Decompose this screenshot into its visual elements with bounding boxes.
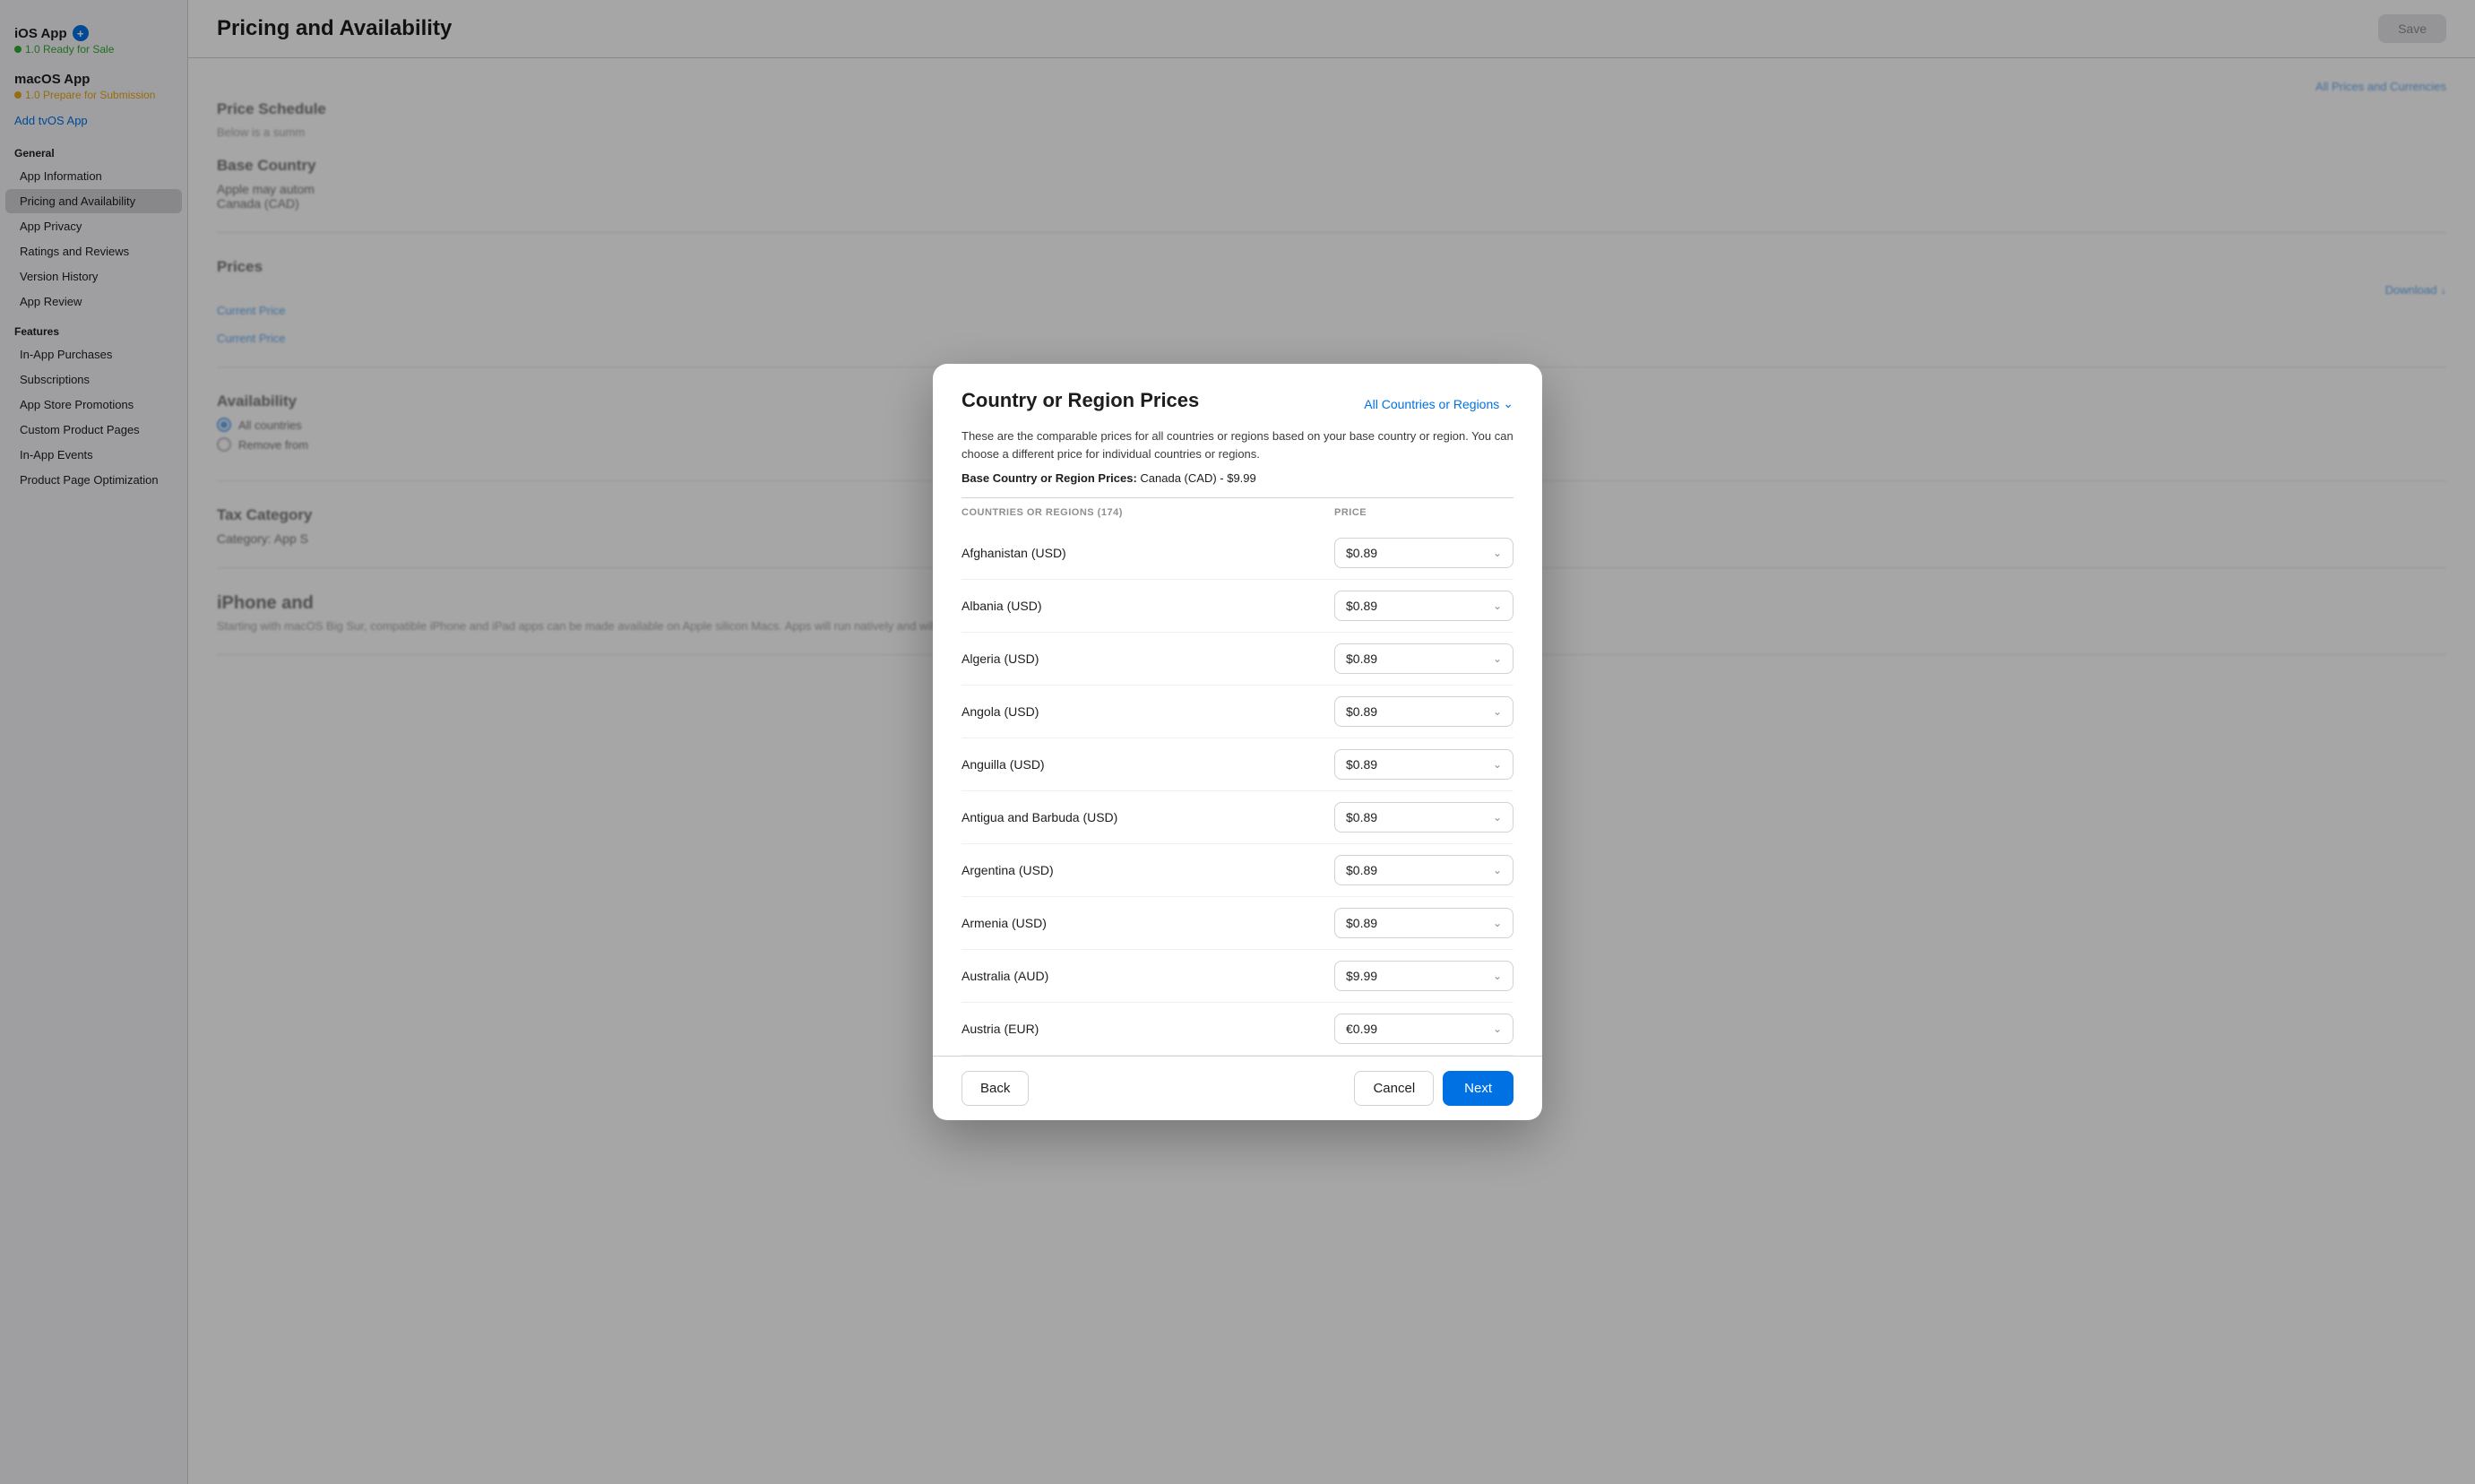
chevron-icon: ⌄ xyxy=(1493,970,1502,982)
price-dropdown[interactable]: $0.89⌄ xyxy=(1334,749,1513,780)
chevron-icon: ⌄ xyxy=(1493,547,1502,559)
country-name: Antigua and Barbuda (USD) xyxy=(962,810,1334,824)
price-dropdown[interactable]: $0.89⌄ xyxy=(1334,538,1513,568)
table-row: Angola (USD)$0.89⌄ xyxy=(962,686,1513,738)
modal-title: Country or Region Prices xyxy=(962,389,1199,412)
price-dropdown[interactable]: $0.89⌄ xyxy=(1334,696,1513,727)
country-name: Argentina (USD) xyxy=(962,863,1334,877)
chevron-icon: ⌄ xyxy=(1493,758,1502,771)
modal-filter-button[interactable]: All Countries or Regions ⌄ xyxy=(1364,393,1513,415)
modal-overlay: Country or Region Prices All Countries o… xyxy=(0,0,2475,1484)
price-dropdown[interactable]: $0.89⌄ xyxy=(1334,855,1513,885)
country-name: Afghanistan (USD) xyxy=(962,546,1334,560)
chevron-icon: ⌄ xyxy=(1493,1022,1502,1035)
table-header-country: COUNTRIES OR REGIONS (174) xyxy=(962,507,1334,518)
country-name: Austria (EUR) xyxy=(962,1022,1334,1036)
chevron-icon: ⌄ xyxy=(1493,917,1502,929)
price-dropdown[interactable]: $0.89⌄ xyxy=(1334,643,1513,674)
table-row: Afghanistan (USD)$0.89⌄ xyxy=(962,527,1513,580)
table-row: Argentina (USD)$0.89⌄ xyxy=(962,844,1513,897)
modal-footer: Back Cancel Next xyxy=(933,1056,1542,1120)
price-dropdown[interactable]: $0.89⌄ xyxy=(1334,802,1513,833)
table-header-price: PRICE xyxy=(1334,507,1513,518)
modal-table-header: COUNTRIES OR REGIONS (174) PRICE xyxy=(933,498,1542,527)
footer-right: Cancel Next xyxy=(1354,1071,1513,1106)
country-name: Albania (USD) xyxy=(962,599,1334,613)
chevron-icon: ⌄ xyxy=(1493,600,1502,612)
country-name: Angola (USD) xyxy=(962,704,1334,719)
chevron-icon: ⌄ xyxy=(1493,652,1502,665)
chevron-icon: ⌄ xyxy=(1493,864,1502,876)
back-button[interactable]: Back xyxy=(962,1071,1029,1106)
modal-scroll-area[interactable]: Afghanistan (USD)$0.89⌄Albania (USD)$0.8… xyxy=(933,527,1542,1056)
table-row: Albania (USD)$0.89⌄ xyxy=(962,580,1513,633)
price-dropdown[interactable]: €0.99⌄ xyxy=(1334,1014,1513,1044)
cancel-button[interactable]: Cancel xyxy=(1354,1071,1434,1106)
table-row: Anguilla (USD)$0.89⌄ xyxy=(962,738,1513,791)
table-row: Australia (AUD)$9.99⌄ xyxy=(962,950,1513,1003)
modal-base-price: Base Country or Region Prices: Canada (C… xyxy=(933,462,1542,485)
country-name: Armenia (USD) xyxy=(962,916,1334,930)
price-dropdown[interactable]: $0.89⌄ xyxy=(1334,908,1513,938)
table-row: Austria (EUR)€0.99⌄ xyxy=(962,1003,1513,1056)
table-row: Armenia (USD)$0.89⌄ xyxy=(962,897,1513,950)
country-name: Algeria (USD) xyxy=(962,651,1334,666)
modal-description: These are the comparable prices for all … xyxy=(933,415,1542,462)
country-region-prices-modal: Country or Region Prices All Countries o… xyxy=(933,364,1542,1120)
country-name: Australia (AUD) xyxy=(962,969,1334,983)
country-name: Anguilla (USD) xyxy=(962,757,1334,772)
modal-header: Country or Region Prices All Countries o… xyxy=(933,364,1542,415)
table-row: Antigua and Barbuda (USD)$0.89⌄ xyxy=(962,791,1513,844)
price-dropdown[interactable]: $9.99⌄ xyxy=(1334,961,1513,991)
table-row: Algeria (USD)$0.89⌄ xyxy=(962,633,1513,686)
chevron-down-icon: ⌄ xyxy=(1503,396,1513,411)
next-button[interactable]: Next xyxy=(1443,1071,1513,1106)
chevron-icon: ⌄ xyxy=(1493,705,1502,718)
price-dropdown[interactable]: $0.89⌄ xyxy=(1334,591,1513,621)
chevron-icon: ⌄ xyxy=(1493,811,1502,824)
